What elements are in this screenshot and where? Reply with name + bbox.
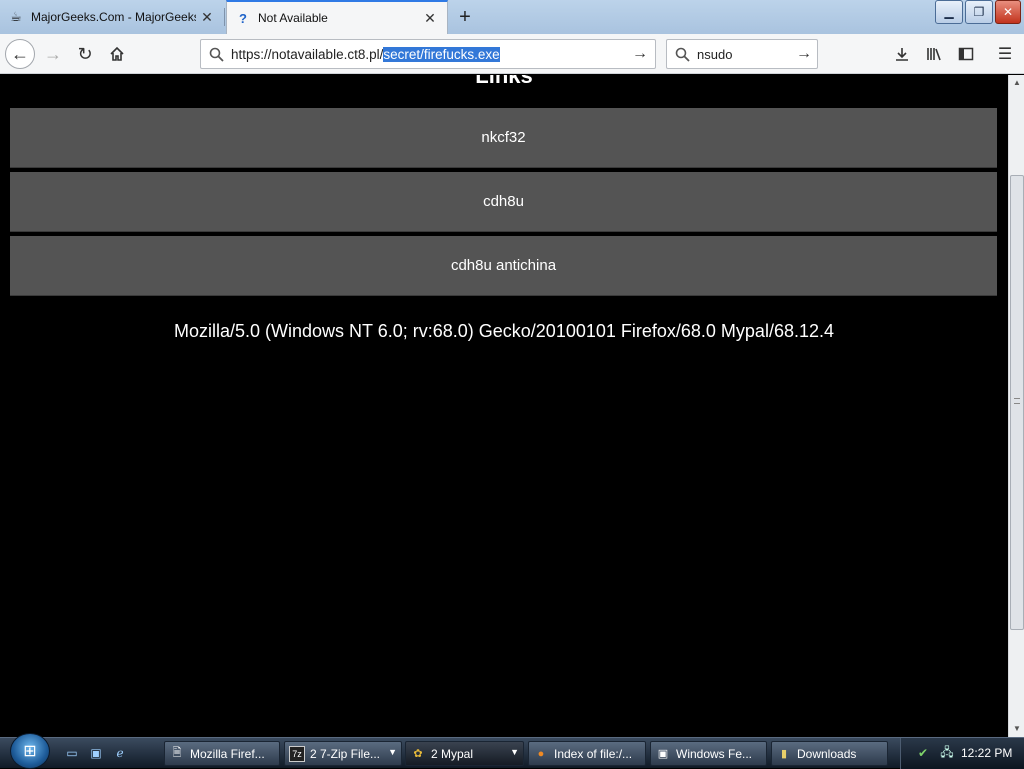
- hamburger-icon: ☰: [997, 46, 1013, 63]
- go-arrow-icon[interactable]: →: [625, 45, 655, 63]
- start-button[interactable]: ⊞: [10, 733, 50, 769]
- new-tab-button[interactable]: +: [452, 4, 478, 30]
- restore-button[interactable]: ❐: [965, 0, 993, 24]
- search-icon: [201, 47, 231, 62]
- download-icon: [896, 48, 908, 61]
- dropdown-arrow-icon: ▼: [388, 747, 397, 757]
- network-icon[interactable]: 🖧: [939, 745, 955, 761]
- show-desktop-icon[interactable]: ▭: [64, 745, 80, 761]
- internet-explorer-icon[interactable]: ℯ: [112, 745, 128, 761]
- task-label: Downloads: [797, 746, 857, 761]
- restore-icon: ❐: [973, 5, 985, 19]
- tab-not-available[interactable]: ? Not Available ✕: [226, 0, 448, 34]
- majorgeeks-icon: ☕: [10, 9, 22, 24]
- search-input[interactable]: [697, 46, 791, 62]
- navigation-toolbar: ← → ↻ https://notavailable.ct8.pl/secret…: [0, 34, 1024, 74]
- downloads-button[interactable]: [887, 39, 917, 69]
- grip-icon: [1014, 398, 1020, 404]
- task-label: 2 Mypal: [431, 746, 474, 761]
- link-button-nkcf32[interactable]: nkcf32: [10, 108, 997, 168]
- windows-logo-icon: ⊞: [23, 743, 37, 760]
- task-label: Index of file:/...: [554, 746, 633, 761]
- arrow-right-icon: →: [44, 43, 62, 64]
- taskbar: ⊞ ▭ ▣ ℯ 🗎 Mozilla Firef... 7z 2 7-Zip Fi…: [0, 733, 1024, 769]
- taskbar-item-mypal[interactable]: ✿ 2 Mypal ▼: [405, 741, 524, 766]
- security-check-icon[interactable]: ✔: [915, 745, 931, 761]
- back-button[interactable]: ←: [5, 39, 35, 69]
- sidebar-icon: [958, 47, 974, 61]
- scrollbar-thumb[interactable]: [1010, 175, 1024, 630]
- dropdown-arrow-icon: ▼: [510, 747, 519, 757]
- close-window-button[interactable]: ✕: [995, 0, 1021, 24]
- folder-icon: ▮: [780, 748, 788, 760]
- page-heading: Links: [475, 75, 533, 88]
- user-agent-text: Mozilla/5.0 (Windows NT 6.0; rv:68.0) Ge…: [174, 321, 834, 341]
- minimize-button[interactable]: ▁: [935, 0, 963, 24]
- switch-windows-icon[interactable]: ▣: [88, 745, 104, 761]
- link-button-cdh8u-antichina[interactable]: cdh8u antichina: [10, 236, 997, 296]
- reload-button[interactable]: ↻: [70, 39, 100, 69]
- tab-majorgeeks[interactable]: ☕ MajorGeeks.Com - MajorGeeks ✕: [0, 0, 224, 34]
- home-icon: [110, 46, 124, 61]
- taskbar-item-windows-features[interactable]: ▣ Windows Fe...: [650, 741, 767, 766]
- url-prefix: https://notavailable.ct8.pl/: [231, 46, 384, 62]
- sidebar-button[interactable]: [951, 39, 981, 69]
- url-text[interactable]: https://notavailable.ct8.pl/secret/firef…: [231, 46, 625, 62]
- tab-separator: [224, 8, 225, 26]
- menu-button[interactable]: ☰: [990, 39, 1020, 69]
- link-button-cdh8u[interactable]: cdh8u: [10, 172, 997, 232]
- scroll-up-arrow-icon[interactable]: ▲: [1009, 75, 1024, 91]
- arrow-left-icon: ←: [11, 43, 29, 64]
- clock[interactable]: 12:22 PM: [961, 746, 1012, 760]
- scroll-down-arrow-icon[interactable]: ▼: [1009, 721, 1024, 737]
- task-label: Windows Fe...: [676, 746, 753, 761]
- library-icon: [927, 48, 941, 61]
- page-content: Links nkcf32 cdh8u cdh8u antichina Mozil…: [0, 75, 1008, 737]
- search-icon: [667, 47, 697, 62]
- vertical-scrollbar[interactable]: ▲ ▼: [1008, 75, 1024, 737]
- mypal-icon: ✿: [413, 748, 423, 760]
- forward-button[interactable]: →: [38, 39, 68, 69]
- tab-strip: ☕ MajorGeeks.Com - MajorGeeks ✕ ? Not Av…: [0, 0, 1024, 34]
- firefox-doc-icon: 🗎: [172, 747, 182, 759]
- firefox-icon: ●: [537, 747, 545, 760]
- reload-icon: ↻: [77, 43, 93, 64]
- close-icon: ✕: [1002, 5, 1014, 19]
- task-label: 2 7-Zip File...: [310, 746, 381, 761]
- taskbar-item-index-of-file[interactable]: ● Index of file:/...: [528, 741, 646, 766]
- taskbar-item-mozilla-firefox[interactable]: 🗎 Mozilla Firef...: [164, 741, 280, 766]
- search-bar[interactable]: →: [666, 39, 818, 69]
- minimize-icon: ▁: [944, 5, 954, 19]
- question-icon: ?: [239, 10, 247, 26]
- tab-title: MajorGeeks.Com - MajorGeeks: [31, 10, 196, 24]
- taskbar-item-downloads[interactable]: ▮ Downloads: [771, 741, 888, 766]
- 7zip-icon: 7z: [289, 745, 305, 762]
- url-bar[interactable]: https://notavailable.ct8.pl/secret/firef…: [200, 39, 656, 69]
- tab-title: Not Available: [258, 11, 328, 25]
- home-button[interactable]: [102, 39, 132, 69]
- library-button[interactable]: [919, 39, 949, 69]
- window-icon: ▣: [657, 748, 669, 760]
- close-icon[interactable]: ✕: [419, 10, 441, 27]
- taskbar-item-7zip[interactable]: 7z 2 7-Zip File... ▼: [284, 741, 402, 766]
- system-tray: ✔ 🖧 12:22 PM: [900, 738, 1024, 769]
- close-icon[interactable]: ✕: [196, 9, 218, 26]
- task-label: Mozilla Firef...: [190, 746, 265, 761]
- search-go-icon[interactable]: →: [791, 45, 817, 63]
- url-selected-text: secret/firefucks.exe: [383, 46, 500, 62]
